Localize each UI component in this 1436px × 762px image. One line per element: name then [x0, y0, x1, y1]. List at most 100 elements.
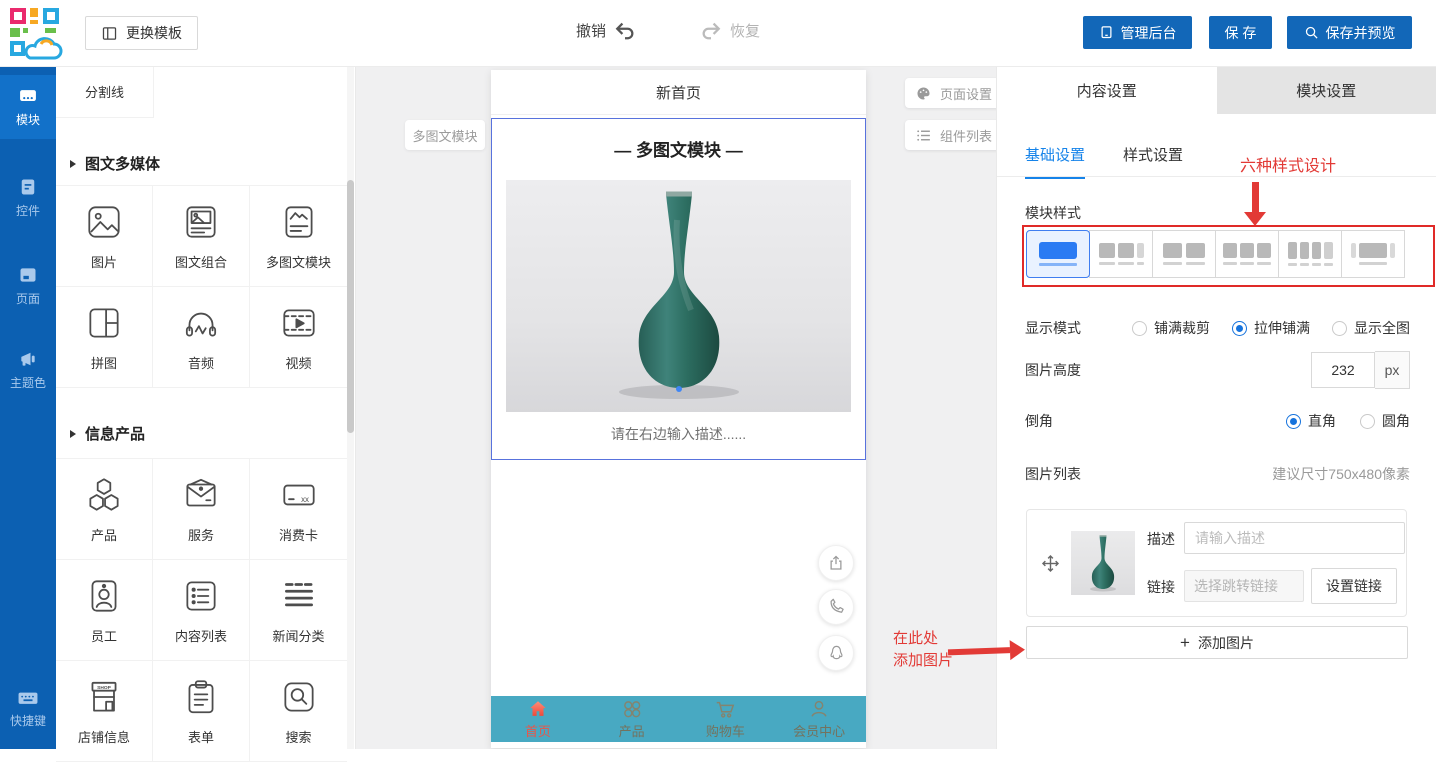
- phone-fab-button[interactable]: [818, 589, 854, 625]
- envelope-icon: [180, 474, 222, 516]
- module-item-shop-info[interactable]: SHOP 店铺信息: [56, 661, 153, 762]
- module-item-label: 消费卡: [279, 525, 318, 544]
- radio-label: 拉伸铺满: [1254, 318, 1310, 338]
- logo-block-blue: [43, 8, 59, 24]
- radio-round-corner[interactable]: 圆角: [1360, 411, 1410, 431]
- radio-show-full[interactable]: 显示全图: [1332, 318, 1410, 338]
- carousel-dot[interactable]: [676, 386, 682, 392]
- subtab-style-settings[interactable]: 样式设置: [1123, 144, 1183, 179]
- module-item-service[interactable]: 服务: [153, 459, 250, 560]
- image-thumbnail[interactable]: [1071, 531, 1135, 595]
- style-option-2-two-half-columns[interactable]: [1089, 230, 1153, 278]
- module-item-audio[interactable]: 音频: [153, 287, 250, 388]
- save-button[interactable]: 保 存: [1209, 16, 1272, 49]
- style-option-6-carousel[interactable]: [1341, 230, 1405, 278]
- vase-thumb: [1071, 531, 1135, 595]
- tab-module-settings[interactable]: 模块设置: [1217, 66, 1436, 114]
- module-item-divider[interactable]: 分割线: [56, 66, 154, 118]
- logo-block-green2: [23, 28, 28, 33]
- controls-icon: [17, 177, 39, 197]
- sidebar-item-controls[interactable]: 控件: [0, 166, 56, 230]
- image-caption-placeholder: 请在右边输入描述......: [492, 424, 865, 444]
- module-item-search[interactable]: 搜索: [250, 661, 347, 762]
- module-item-image[interactable]: 图片: [56, 186, 153, 287]
- image-height-unit: px: [1375, 351, 1410, 389]
- desc-input[interactable]: [1184, 522, 1405, 554]
- undo-button[interactable]: 撤销: [576, 20, 636, 41]
- section-header-media[interactable]: 图文多媒体: [70, 153, 160, 174]
- radio-icon[interactable]: [1286, 414, 1301, 429]
- module-item-multi-image-module[interactable]: 多图文模块: [250, 186, 347, 287]
- module-item-staff[interactable]: 员工: [56, 560, 153, 661]
- phone-bottom-nav: 首页 产品 购物车 会员中心: [491, 696, 866, 742]
- component-list-button[interactable]: 组件列表: [905, 120, 997, 150]
- section-header-info-products[interactable]: 信息产品: [70, 423, 145, 444]
- module-tag-label: 多图文模块: [412, 126, 477, 145]
- style-option-1-full-width[interactable]: [1026, 230, 1090, 278]
- panel-scrollbar-track[interactable]: [347, 66, 354, 749]
- module-item-label: 店铺信息: [78, 727, 130, 746]
- radio-stretch-fill[interactable]: 拉伸铺满: [1232, 318, 1310, 338]
- radio-icon[interactable]: [1360, 414, 1375, 429]
- module-item-label: 员工: [91, 626, 117, 645]
- nav-item-cart[interactable]: 购物车: [679, 696, 773, 742]
- page-settings-label: 页面设置: [940, 84, 992, 103]
- sidebar-item-pages[interactable]: 页面: [0, 254, 56, 318]
- radio-square-corner[interactable]: 直角: [1286, 411, 1336, 431]
- nav-item-label: 会员中心: [793, 721, 845, 740]
- radio-icon[interactable]: [1132, 321, 1147, 336]
- radio-label: 圆角: [1382, 411, 1410, 431]
- subtab-label: 基础设置: [1025, 147, 1085, 164]
- module-item-news-category[interactable]: 新闻分类: [250, 560, 347, 661]
- sidebar-item-label: 主题色: [10, 374, 46, 391]
- module-item-image-text-combo[interactable]: 图文组合: [153, 186, 250, 287]
- save-preview-label: 保存并预览: [1326, 23, 1396, 43]
- module-image[interactable]: [506, 180, 851, 412]
- drag-move-icon[interactable]: [1041, 554, 1060, 573]
- style-option-3-two-columns[interactable]: [1152, 230, 1216, 278]
- add-image-button[interactable]: + 添加图片: [1026, 626, 1408, 659]
- sidebar-item-shortcuts[interactable]: 快捷键: [0, 677, 56, 741]
- image-height-input[interactable]: [1311, 352, 1375, 388]
- style-option-5-four-columns[interactable]: [1278, 230, 1342, 278]
- sidebar-item-module[interactable]: 模块: [0, 75, 56, 139]
- image-list-row: 图片列表 建议尺寸750x480像素: [1025, 462, 1410, 486]
- radio-fill-crop[interactable]: 铺满裁剪: [1132, 318, 1210, 338]
- component-list-icon: [915, 127, 932, 144]
- nav-item-label: 产品: [619, 721, 645, 740]
- component-list-label: 组件列表: [940, 126, 992, 145]
- tab-label: 内容设置: [1077, 80, 1137, 101]
- subtab-basic-settings[interactable]: 基础设置: [1025, 144, 1085, 179]
- module-item-product[interactable]: 产品: [56, 459, 153, 560]
- style-option-4-three-columns[interactable]: [1215, 230, 1279, 278]
- link-input[interactable]: [1184, 570, 1304, 602]
- change-template-button[interactable]: 更换模板: [85, 16, 198, 50]
- nav-item-member-center[interactable]: 会员中心: [772, 696, 866, 742]
- set-link-button[interactable]: 设置链接: [1311, 568, 1397, 604]
- module-item-collage[interactable]: 拼图: [56, 287, 153, 388]
- sidebar-item-theme-color[interactable]: 主题色: [0, 338, 56, 402]
- redo-button[interactable]: 恢复: [700, 20, 760, 41]
- list-icon: [180, 575, 222, 617]
- nav-item-home[interactable]: 首页: [491, 696, 585, 742]
- radio-icon[interactable]: [1232, 321, 1247, 336]
- save-preview-button[interactable]: 保存并预览: [1287, 16, 1412, 49]
- tab-content-settings[interactable]: 内容设置: [997, 66, 1217, 114]
- page-settings-button[interactable]: 页面设置: [905, 78, 997, 108]
- module-item-label: 多图文模块: [266, 252, 331, 271]
- admin-backend-button[interactable]: 管理后台: [1083, 16, 1192, 49]
- page-icon: [17, 265, 39, 285]
- keyboard-icon: [16, 689, 40, 707]
- module-item-consume-card[interactable]: xx 消费卡: [250, 459, 347, 560]
- module-item-content-list[interactable]: 内容列表: [153, 560, 250, 661]
- qq-fab-button[interactable]: [818, 635, 854, 671]
- selected-multi-image-module[interactable]: — 多图文模块 — 请在右边输入描述......: [491, 118, 866, 460]
- panel-scrollbar-thumb[interactable]: [347, 180, 354, 433]
- module-item-form[interactable]: 表单: [153, 661, 250, 762]
- image-list-label: 图片列表: [1025, 464, 1081, 484]
- nav-item-products[interactable]: 产品: [585, 696, 679, 742]
- plus-icon: +: [1180, 633, 1190, 653]
- radio-icon[interactable]: [1332, 321, 1347, 336]
- share-fab-button[interactable]: [818, 545, 854, 581]
- module-item-video[interactable]: 视频: [250, 287, 347, 388]
